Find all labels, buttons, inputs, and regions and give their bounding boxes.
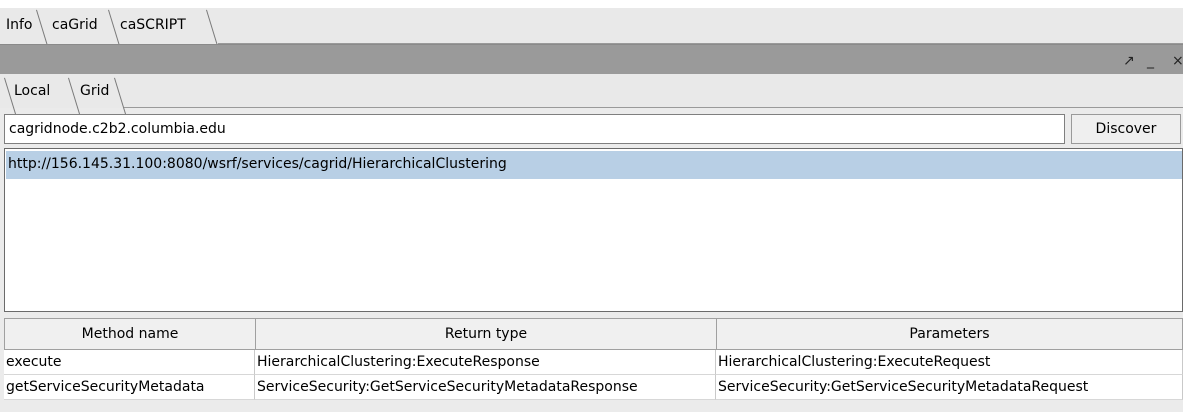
tab-cascript-label: caSCRIPT [120, 17, 186, 33]
panel-titlebar: ↗ _ × [0, 44, 1183, 74]
tab-cascript[interactable]: caSCRIPT [116, 8, 186, 44]
table-cell-parameters[interactable]: HierarchicalClustering:ExecuteRequest [716, 350, 1183, 375]
table-cell-return-type[interactable]: HierarchicalClustering:ExecuteResponse [255, 350, 716, 375]
tab-separator [34, 10, 44, 42]
service-list-item[interactable]: http://156.145.31.100:8080/wsrf/services… [6, 151, 1182, 179]
tab-grid[interactable]: Grid [76, 74, 109, 110]
tab-separator [106, 10, 116, 42]
tab-separator [66, 78, 76, 110]
minimize-icon[interactable]: _ [1147, 53, 1154, 69]
host-input[interactable] [4, 114, 1065, 144]
tab-separator [204, 10, 214, 42]
column-header-method-name[interactable]: Method name [4, 318, 256, 350]
service-list[interactable]: http://156.145.31.100:8080/wsrf/services… [4, 148, 1183, 312]
table-cell-method[interactable]: execute [4, 350, 255, 375]
tab-local[interactable]: Local [10, 74, 50, 110]
table-cell-return-type[interactable]: ServiceSecurity:GetServiceSecurityMetada… [255, 375, 716, 400]
tab-info-label: Info [6, 17, 33, 33]
outer-tab-bar: Info caGrid caSCRIPT [0, 8, 1183, 44]
tab-local-label: Local [14, 83, 51, 99]
close-icon[interactable]: × [1172, 53, 1183, 69]
tab-cagrid[interactable]: caGrid [48, 8, 98, 44]
column-header-parameters[interactable]: Parameters [716, 318, 1183, 350]
table-cell-method[interactable]: getServiceSecurityMetadata [4, 375, 255, 400]
maximize-icon[interactable]: ↗ [1123, 53, 1135, 69]
tab-baseline [124, 107, 1183, 108]
discover-button[interactable]: Discover [1071, 114, 1181, 144]
column-header-return-type[interactable]: Return type [255, 318, 717, 350]
methods-table: Method name Return type Parameters execu… [4, 318, 1183, 412]
tab-separator [112, 78, 122, 110]
tab-cagrid-label: caGrid [52, 17, 98, 33]
inner-tab-bar: Local Grid [0, 74, 1183, 108]
top-strip [0, 0, 1183, 8]
tab-grid-label: Grid [80, 83, 110, 99]
tab-info[interactable]: Info [2, 8, 33, 44]
table-cell-parameters[interactable]: ServiceSecurity:GetServiceSecurityMetada… [716, 375, 1183, 400]
